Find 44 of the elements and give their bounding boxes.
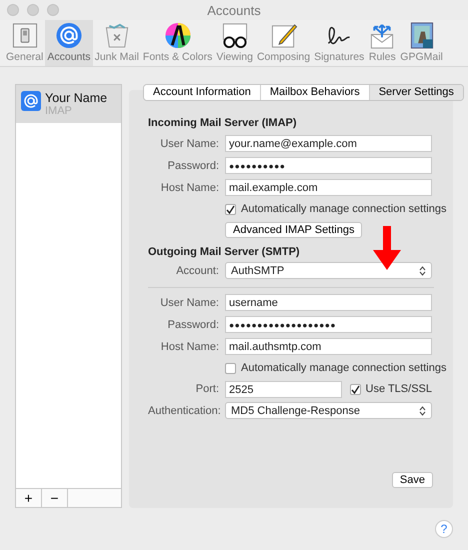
checkbox[interactable] xyxy=(350,384,361,394)
input-field[interactable]: your.name@example.com xyxy=(225,135,432,152)
password-field[interactable]: ●●●●●●●●●● xyxy=(225,157,432,174)
close-button[interactable] xyxy=(7,4,19,16)
password-field[interactable]: ●●●●●●●●●●●●●●●●●●● xyxy=(225,316,432,333)
field-label: User Name: xyxy=(159,296,219,308)
zoom-button[interactable] xyxy=(47,4,59,16)
section-heading: Incoming Mail Server (IMAP) xyxy=(148,117,298,129)
field-label: Password: xyxy=(166,160,219,172)
save-button[interactable]: Save xyxy=(392,472,433,488)
account-name: Your Name xyxy=(45,91,108,105)
checkbox[interactable] xyxy=(225,204,236,214)
color-wheel-icon xyxy=(164,22,192,49)
input-field[interactable]: mail.example.com xyxy=(225,179,432,196)
authentication-dropdown[interactable]: MD5 Challenge-Response xyxy=(225,402,432,419)
field-label: Account: xyxy=(175,264,219,276)
field-label: Password: xyxy=(166,318,219,330)
section-heading: Outgoing Mail Server (SMTP) xyxy=(148,246,301,258)
annotation-arrow xyxy=(373,226,401,270)
at-sign-icon xyxy=(54,22,83,49)
toolbar-tab[interactable]: Accounts xyxy=(45,20,93,66)
checkbox-label: Use TLS/SSL xyxy=(366,383,432,395)
help-button[interactable]: ? xyxy=(435,520,453,538)
pencil-icon xyxy=(270,22,298,49)
tab[interactable]: Server Settings xyxy=(370,85,463,100)
at-sign-icon xyxy=(21,91,41,111)
checkbox-label: Automatically manage connection settings xyxy=(241,203,446,215)
field-label: Authentication: xyxy=(148,404,219,416)
chevron-icon xyxy=(419,266,426,276)
minimize-button[interactable] xyxy=(27,4,39,16)
field-label: Port: xyxy=(194,383,219,395)
tab[interactable]: Account Information xyxy=(144,85,261,100)
checkbox-label: Automatically manage connection settings xyxy=(241,362,446,374)
input-field[interactable]: username xyxy=(225,294,432,311)
window-title: Accounts xyxy=(207,2,261,18)
advanced-settings-button[interactable]: Advanced IMAP Settings xyxy=(225,222,362,238)
port-field[interactable]: 2525 xyxy=(225,380,342,398)
checkbox[interactable] xyxy=(225,362,236,374)
field-label: Host Name: xyxy=(160,340,219,352)
chevron-icon xyxy=(419,406,426,416)
account-dropdown[interactable]: AuthSMTP xyxy=(225,262,432,279)
field-label: User Name: xyxy=(159,138,219,150)
input-field[interactable]: mail.authsmtp.com xyxy=(225,338,432,355)
field-label: Host Name: xyxy=(160,182,219,194)
